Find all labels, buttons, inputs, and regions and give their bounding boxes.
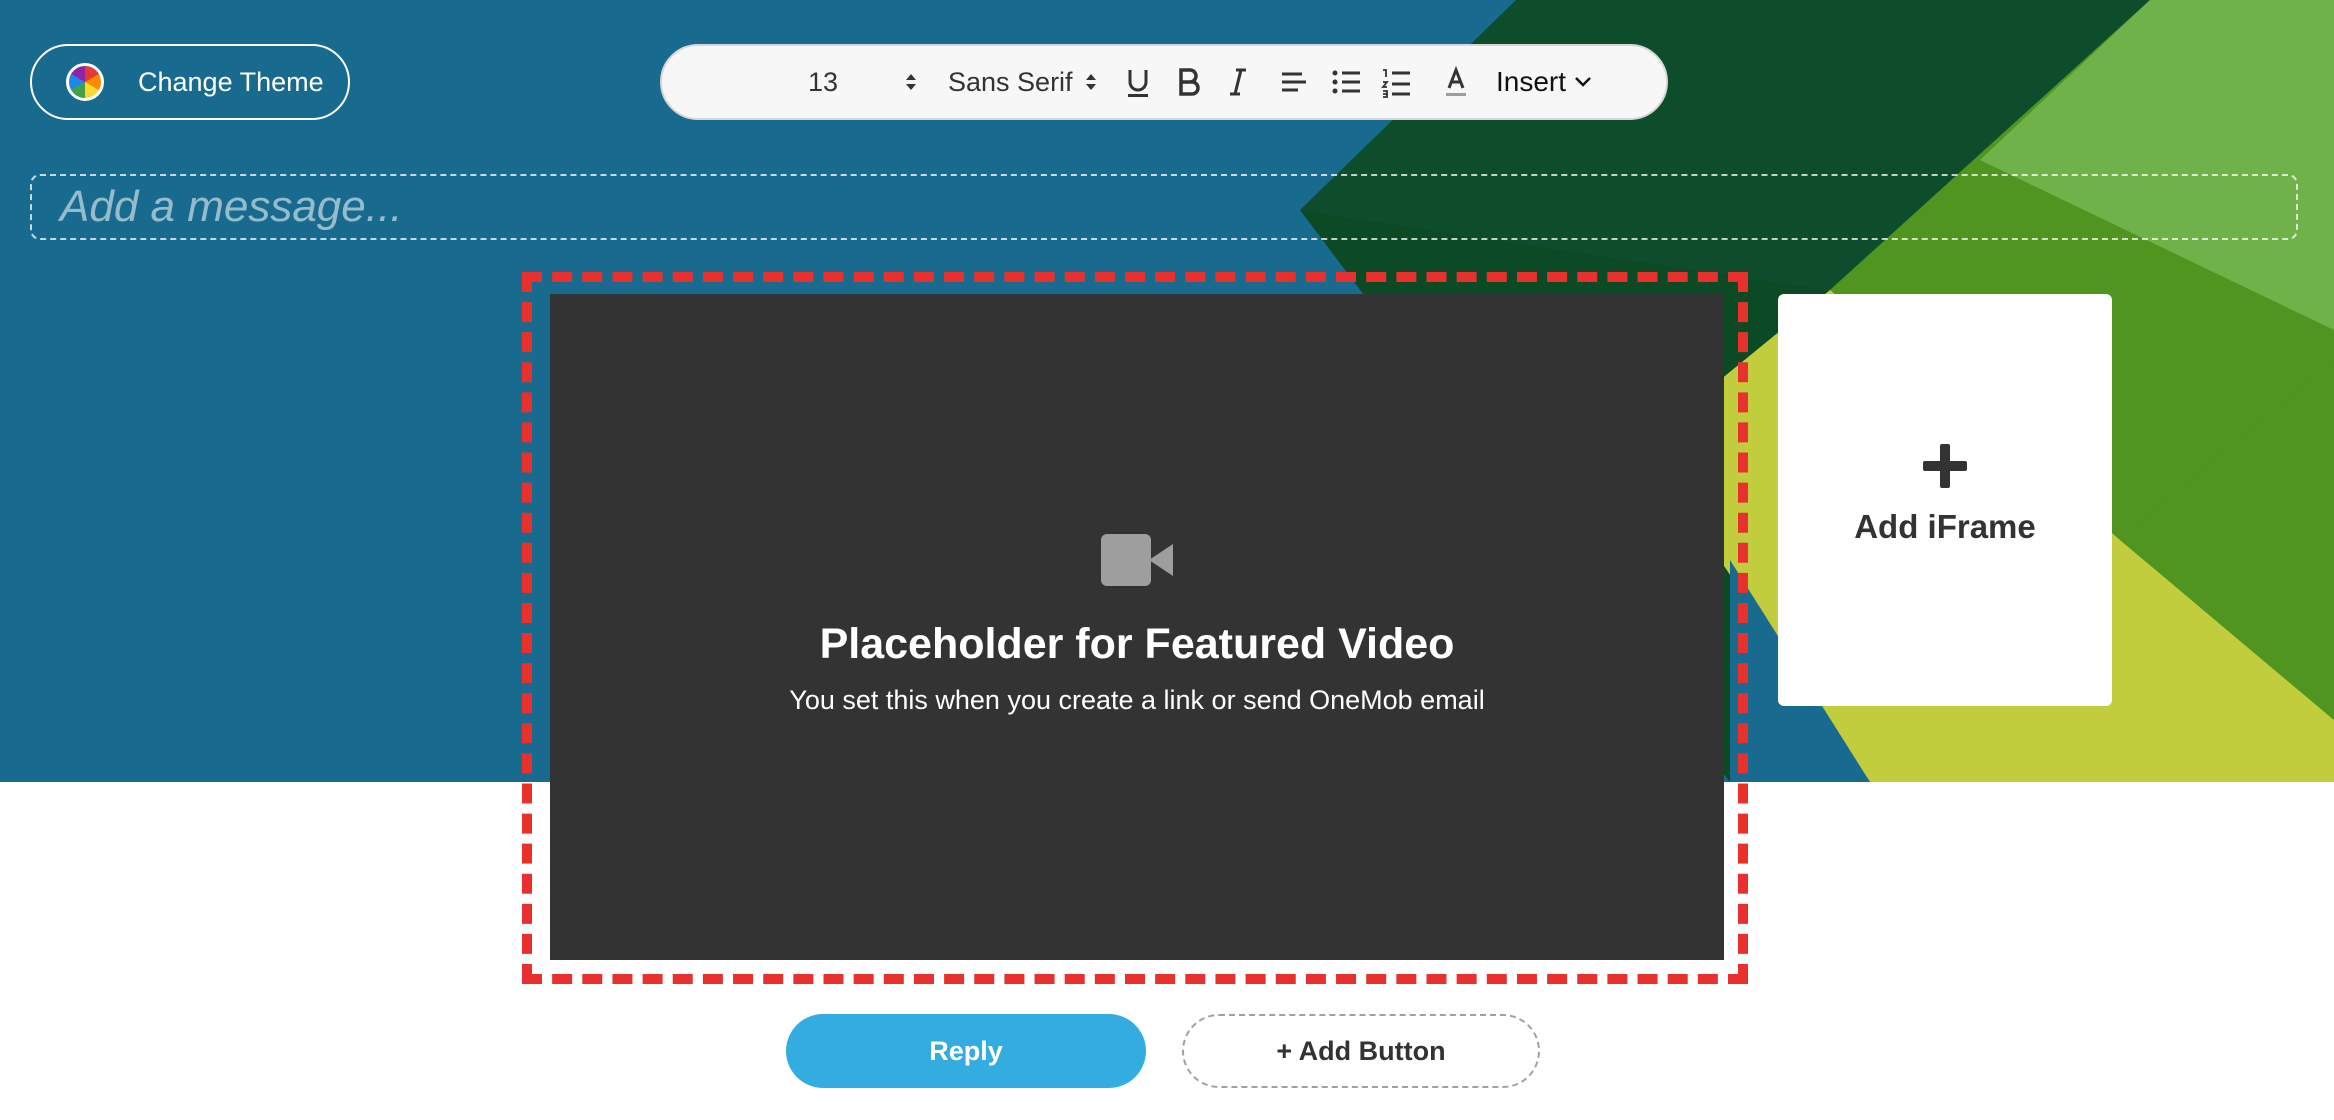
add-iframe-card[interactable]: Add iFrame: [1778, 294, 2112, 706]
align-left-icon[interactable]: [1276, 64, 1312, 100]
add-button-button[interactable]: + Add Button: [1182, 1014, 1540, 1088]
bold-icon[interactable]: [1170, 64, 1206, 100]
video-camera-icon: [1101, 534, 1173, 586]
palette-icon: [66, 63, 104, 101]
featured-video-placeholder[interactable]: Placeholder for Featured Video You set t…: [550, 294, 1724, 960]
text-format-toolbar: 13 Sans Serif Insert: [660, 44, 1668, 120]
plus-icon: [1923, 444, 1967, 488]
reply-button[interactable]: Reply: [786, 1014, 1146, 1088]
font-family-select[interactable]: Sans Serif: [948, 46, 1098, 118]
text-color-icon[interactable]: [1438, 64, 1474, 100]
insert-label: Insert: [1496, 66, 1567, 97]
video-placeholder-title: Placeholder for Featured Video: [819, 620, 1455, 668]
bullet-list-icon[interactable]: [1328, 64, 1364, 100]
message-input[interactable]: Add a message...: [30, 174, 2298, 240]
size-stepper-icon: [906, 74, 916, 90]
add-iframe-label: Add iFrame: [1854, 508, 2036, 545]
italic-icon[interactable]: [1220, 64, 1256, 100]
change-theme-label: Change Theme: [138, 66, 324, 97]
insert-menu[interactable]: Insert: [1496, 46, 1592, 118]
font-size-select[interactable]: 13: [808, 46, 918, 118]
underline-icon[interactable]: [1120, 64, 1156, 100]
change-theme-button[interactable]: Change Theme: [30, 44, 350, 120]
font-family-value: Sans Serif: [948, 66, 1073, 97]
reply-label: Reply: [929, 1035, 1003, 1066]
chevron-down-icon: [1575, 77, 1591, 87]
numbered-list-icon[interactable]: [1378, 64, 1414, 100]
add-button-label: + Add Button: [1276, 1035, 1446, 1066]
font-dropdown-icon: [1086, 74, 1096, 90]
message-placeholder: Add a message...: [60, 182, 403, 231]
font-size-value: 13: [808, 66, 839, 97]
video-placeholder-subtitle: You set this when you create a link or s…: [789, 685, 1485, 715]
